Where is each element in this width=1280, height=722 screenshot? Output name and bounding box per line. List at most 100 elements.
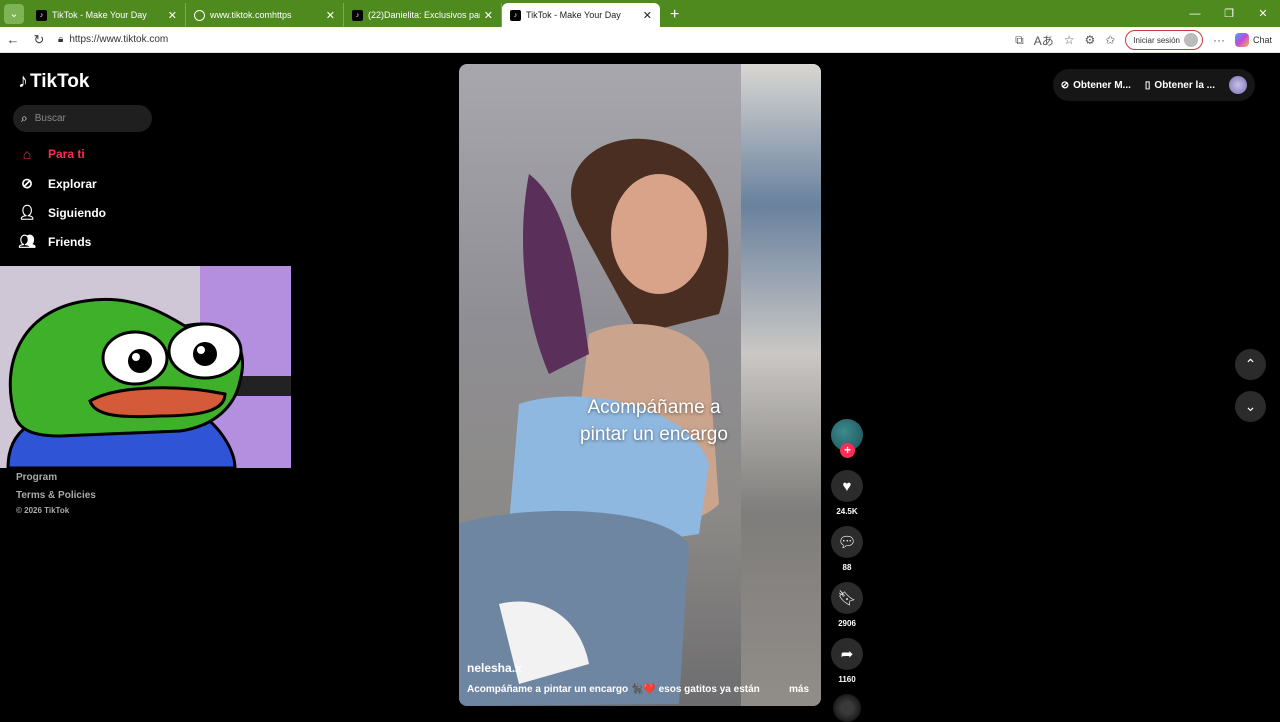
lock-icon: 🔒︎	[58, 34, 64, 45]
coin-icon: ⊘	[1060, 79, 1070, 91]
comment-button[interactable]: 💬︎	[831, 526, 863, 558]
copilot-icon	[1234, 33, 1249, 47]
footer-program-link[interactable]: Program	[16, 472, 57, 483]
overlay-line-1: Acompáñame a	[587, 397, 721, 418]
comment-icon: 💬︎	[837, 534, 857, 551]
follow-plus-icon[interactable]: +	[840, 443, 855, 458]
video-background-art	[741, 64, 821, 706]
close-window-button[interactable]: ✕	[1246, 7, 1280, 20]
refresh-button[interactable]: ↻	[26, 32, 52, 48]
save-button[interactable]: 🔖︎	[831, 582, 863, 614]
minimize-button[interactable]: —	[1178, 8, 1212, 20]
browser-tab[interactable]: ♪ (22)Danielita: Exclusivos para Susc ✕	[344, 3, 502, 27]
address-bar-actions: ⧉ Aあ ☆ ⚙ ✩ Iniciar sesión ··· Chat	[1015, 27, 1272, 53]
previous-video-button[interactable]: ⌃	[1235, 349, 1266, 380]
tiktok-icon: ♪	[352, 9, 363, 21]
sidebar-item-para-ti[interactable]: ⌂ Para ti	[18, 146, 85, 162]
video-description: Acompáñame a pintar un encargo 🐈‍⬛❤️ eso…	[467, 684, 760, 695]
sidebar-item-explorar[interactable]: ⊘ Explorar	[18, 175, 97, 192]
save-count: 2906	[838, 619, 856, 628]
close-icon[interactable]: ✕	[326, 9, 335, 22]
url-field[interactable]: 🔒︎ https://www.tiktok.com	[58, 34, 168, 45]
video-player[interactable]: Acompáñame a pintar un encargo nelesha.x…	[459, 64, 821, 706]
chevron-down-icon: ⌄	[1244, 398, 1257, 414]
get-app-button[interactable]: ▯ Obtener la ...	[1145, 80, 1215, 91]
sidebar-item-label: Friends	[48, 234, 92, 249]
tiktok-icon: ♪	[510, 9, 521, 21]
tiktok-note-icon: ♪	[18, 70, 28, 92]
close-icon[interactable]: ✕	[484, 9, 493, 22]
profile-avatar-icon	[1183, 33, 1198, 47]
share-arrow-icon: ➦	[840, 646, 854, 663]
share-count: 1160	[838, 675, 856, 684]
search-input[interactable]: ⌕ Buscar	[13, 105, 152, 132]
top-right-actions: ⊘ Obtener M... ▯ Obtener la ...	[1052, 69, 1255, 101]
close-icon[interactable]: ✕	[168, 9, 177, 22]
bookmark-icon: 🔖︎	[837, 590, 857, 607]
get-coins-button[interactable]: ⊘ Obtener M...	[1061, 80, 1131, 91]
home-icon: ⌂	[22, 146, 32, 162]
browser-tab-active[interactable]: ♪ TikTok - Make Your Day ✕	[502, 3, 660, 27]
search-placeholder: Buscar	[34, 113, 66, 124]
share-button[interactable]: ➦	[831, 638, 863, 670]
window-controls: — ❐ ✕	[1178, 0, 1280, 27]
globe-icon	[194, 9, 205, 21]
signin-label: Iniciar sesión	[1133, 35, 1180, 45]
browser-tab[interactable]: www.tiktok.comhttps ✕	[186, 3, 344, 27]
translate-icon[interactable]: Aあ	[1034, 32, 1054, 49]
comment-count: 88	[842, 563, 852, 572]
browser-tab-bar: ⌄ ♪ TikTok - Make Your Day ✕ www.tiktok.…	[0, 0, 1280, 27]
browser-tab[interactable]: ♪ TikTok - Make Your Day ✕	[28, 3, 186, 27]
signin-button[interactable]: Iniciar sesión	[1125, 30, 1203, 50]
extensions-icon[interactable]: ⚙	[1084, 33, 1095, 47]
tab-title: TikTok - Make Your Day	[526, 10, 621, 20]
video-author-link[interactable]: nelesha.x	[467, 661, 522, 675]
profile-avatar[interactable]	[1229, 76, 1247, 94]
sidebar-item-label: Explorar	[48, 176, 97, 191]
heart-icon: ♥	[842, 477, 852, 495]
tiktok-page: ♪ TikTok ⌕ Buscar ⌂ Para ti ⊘ Explorar 👤…	[0, 54, 1277, 722]
new-tab-button[interactable]: +	[670, 6, 679, 24]
frog-illustration	[0, 266, 291, 468]
video-text-overlay: Acompáñame a pintar un encargo	[539, 394, 769, 448]
sidebar-item-friends[interactable]: 👥︎ Friends	[18, 233, 91, 250]
webcam-overlay-image	[0, 266, 291, 468]
copilot-chat-button[interactable]: Chat	[1234, 33, 1272, 47]
get-app-label: Obtener la ...	[1154, 79, 1215, 91]
music-disc-icon[interactable]	[833, 694, 861, 722]
logo-text: TikTok	[30, 70, 90, 92]
video-actions: + ♥ 24.5K 💬︎ 88 🔖︎ 2906 ➦ 1160	[830, 419, 864, 722]
close-icon[interactable]: ✕	[643, 9, 652, 22]
more-menu-icon[interactable]: ···	[1213, 33, 1225, 47]
favorites-icon[interactable]: ✩	[1105, 33, 1115, 47]
sidebar-item-label: Para ti	[48, 147, 85, 161]
tab-title: www.tiktok.comhttps	[210, 10, 292, 20]
tab-title: TikTok - Make Your Day	[52, 10, 147, 20]
more-button[interactable]: más	[789, 684, 809, 695]
get-coins-label: Obtener M...	[1073, 79, 1131, 91]
open-in-app-icon[interactable]: ⧉	[1015, 33, 1024, 48]
sidebar-item-siguiendo[interactable]: 👤︎ Siguiendo	[18, 204, 106, 221]
friends-icon: 👥︎	[18, 233, 36, 249]
like-count: 24.5K	[836, 507, 858, 516]
next-video-button[interactable]: ⌄	[1235, 391, 1266, 422]
footer-copyright: © 2026 TikTok	[16, 506, 70, 515]
compass-icon: ⊘	[21, 175, 33, 191]
address-bar: ← ↻ 🔒︎ https://www.tiktok.com ⧉ Aあ ☆ ⚙ ✩…	[0, 27, 1280, 53]
search-icon: ⌕	[21, 111, 28, 125]
maximize-button[interactable]: ❐	[1212, 7, 1246, 20]
like-button[interactable]: ♥	[831, 470, 863, 502]
back-button[interactable]: ←	[0, 32, 26, 47]
creator-avatar[interactable]: +	[831, 419, 863, 458]
tab-actions-menu-button[interactable]: ⌄	[4, 4, 24, 24]
url-text: https://www.tiktok.com	[69, 34, 169, 45]
phone-icon: ▯	[1144, 79, 1151, 91]
overlay-line-2: pintar un encargo	[580, 424, 728, 445]
sidebar-item-label: Siguiendo	[48, 205, 106, 220]
chevron-up-icon: ⌃	[1244, 356, 1257, 372]
user-follow-icon: 👤︎	[18, 204, 36, 220]
footer-terms-link[interactable]: Terms & Policies	[16, 490, 96, 501]
tab-title: (22)Danielita: Exclusivos para Susc	[368, 10, 480, 20]
tiktok-logo[interactable]: ♪ TikTok	[18, 70, 89, 93]
favorite-star-icon[interactable]: ☆	[1064, 33, 1075, 47]
